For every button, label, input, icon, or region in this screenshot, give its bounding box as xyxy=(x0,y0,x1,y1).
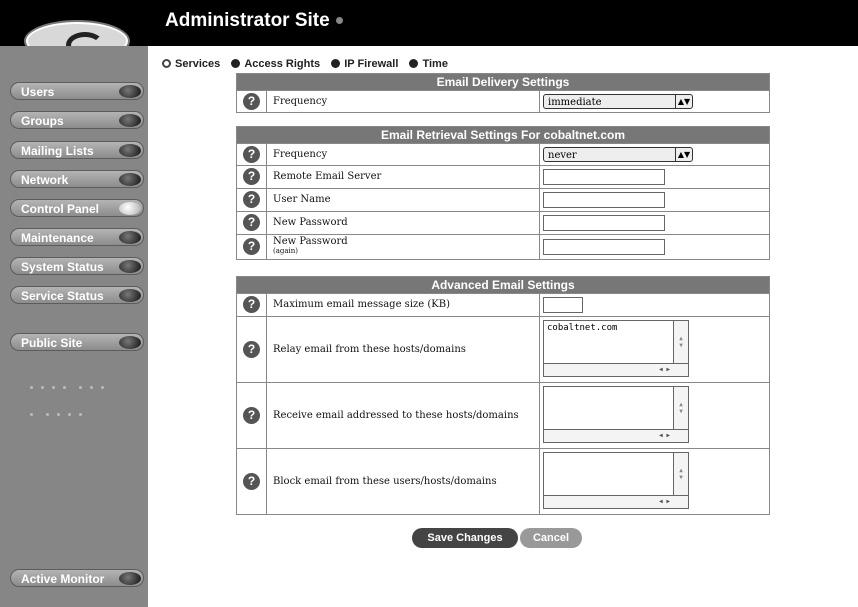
field-label: Relay email from these hosts/domains xyxy=(273,344,466,355)
knob-icon xyxy=(119,572,141,585)
field-label: Maximum email message size (KB) xyxy=(273,299,451,310)
knob-icon xyxy=(119,289,141,302)
retrieval-frequency-row: ? Frequency never ▲▼ xyxy=(237,143,769,165)
help-icon[interactable]: ? xyxy=(243,93,260,110)
block-row: ? Block email from these users/hosts/dom… xyxy=(237,448,769,514)
knob-icon xyxy=(119,144,141,157)
sidebar-item-mailing-lists[interactable]: Mailing Lists xyxy=(10,141,144,159)
save-changes-button[interactable]: Save Changes xyxy=(412,528,518,548)
advanced-email-section: Advanced Email Settings ? Maximum email … xyxy=(236,276,770,515)
receive-textarea[interactable]: ▲ ▼ ◀ ▶ xyxy=(543,386,689,443)
knob-active-icon xyxy=(119,202,141,215)
sidebar-item-service-status[interactable]: Service Status xyxy=(10,286,144,304)
relay-textarea[interactable]: cobaltnet.com ▲ ▼ ◀ ▶ xyxy=(543,320,689,377)
receive-row: ? Receive email addressed to these hosts… xyxy=(237,382,769,448)
user-name-input[interactable] xyxy=(543,192,665,208)
help-icon[interactable]: ? xyxy=(243,146,260,163)
horizontal-scrollbar[interactable]: ◀ ▶ xyxy=(544,363,688,376)
help-icon[interactable]: ? xyxy=(243,214,260,231)
help-icon[interactable]: ? xyxy=(243,341,260,358)
knob-icon xyxy=(119,260,141,273)
field-label: User Name xyxy=(273,194,331,205)
decorative-dots xyxy=(30,386,120,440)
field-label: Receive email addressed to these hosts/d… xyxy=(273,410,519,421)
help-icon[interactable]: ? xyxy=(243,168,260,185)
vertical-scrollbar[interactable]: ▲ ▼ xyxy=(673,453,688,497)
sidebar-item-groups[interactable]: Groups xyxy=(10,111,144,129)
sidebar-item-users[interactable]: Users xyxy=(10,82,144,100)
delivery-frequency-row: ? Frequency immediate ▲▼ xyxy=(237,90,769,112)
help-icon[interactable]: ? xyxy=(243,238,260,255)
section-header: Email Delivery Settings xyxy=(237,74,769,90)
email-retrieval-section: Email Retrieval Settings For cobaltnet.c… xyxy=(236,126,770,260)
sidebar-item-maintenance[interactable]: Maintenance xyxy=(10,228,144,246)
updown-icon: ▲▼ xyxy=(675,95,692,108)
max-size-row: ? Maximum email message size (KB) xyxy=(237,293,769,316)
help-icon[interactable]: ? xyxy=(243,296,260,313)
knob-icon xyxy=(119,85,141,98)
knob-icon xyxy=(119,173,141,186)
updown-icon: ▲▼ xyxy=(675,148,692,161)
tab-time[interactable]: Time xyxy=(409,58,448,70)
remote-server-row: ? Remote Email Server xyxy=(237,165,769,188)
relay-row: ? Relay email from these hosts/domains c… xyxy=(237,316,769,382)
max-size-input[interactable] xyxy=(543,297,583,313)
radio-icon xyxy=(331,59,341,68)
password-again-input[interactable] xyxy=(543,239,665,255)
section-header: Advanced Email Settings xyxy=(237,277,769,293)
tab-ip-firewall[interactable]: IP Firewall xyxy=(331,58,398,70)
field-label: Remote Email Server xyxy=(273,171,382,182)
password-again-row: ? New Password (again) xyxy=(237,234,769,259)
knob-icon xyxy=(119,114,141,127)
title-dot-icon xyxy=(335,17,343,25)
section-header: Email Retrieval Settings For cobaltnet.c… xyxy=(237,127,769,143)
field-label: Block email from these users/hosts/domai… xyxy=(273,476,497,487)
vertical-scrollbar[interactable]: ▲ ▼ xyxy=(673,387,688,431)
field-label: New Password (again) xyxy=(273,236,348,255)
horizontal-scrollbar[interactable]: ◀ ▶ xyxy=(544,495,688,508)
sidebar-item-active-monitor[interactable]: Active Monitor xyxy=(10,569,144,587)
field-label: New Password xyxy=(273,217,348,228)
block-textarea[interactable]: ▲ ▼ ◀ ▶ xyxy=(543,452,689,509)
password-row: ? New Password xyxy=(237,211,769,234)
sidebar-item-system-status[interactable]: System Status xyxy=(10,257,144,275)
page-title: Administrator Site xyxy=(165,10,343,32)
sidebar-item-public-site[interactable]: Public Site xyxy=(10,333,144,351)
horizontal-scrollbar[interactable]: ◀ ▶ xyxy=(544,429,688,442)
user-name-row: ? User Name xyxy=(237,188,769,211)
radio-selected-icon xyxy=(162,59,171,68)
help-icon[interactable]: ? xyxy=(243,407,260,424)
sidebar: Users Groups Mailing Lists Network Contr… xyxy=(0,46,148,607)
password-input[interactable] xyxy=(543,215,665,231)
tab-services[interactable]: Services xyxy=(162,58,220,70)
tab-bar: Services Access Rights IP Firewall Time xyxy=(162,58,456,70)
field-label: Frequency xyxy=(273,96,328,107)
help-icon[interactable]: ? xyxy=(243,191,260,208)
sidebar-item-control-panel[interactable]: Control Panel xyxy=(10,199,144,217)
radio-icon xyxy=(231,59,241,68)
vertical-scrollbar[interactable]: ▲ ▼ xyxy=(673,321,688,365)
sidebar-item-network[interactable]: Network xyxy=(10,170,144,188)
remote-server-input[interactable] xyxy=(543,169,665,185)
delivery-frequency-select[interactable]: immediate ▲▼ xyxy=(543,94,693,109)
help-icon[interactable]: ? xyxy=(243,473,260,490)
top-bar: Administrator Site xyxy=(0,0,858,60)
knob-icon xyxy=(119,231,141,244)
retrieval-frequency-select[interactable]: never ▲▼ xyxy=(543,147,693,162)
tab-access-rights[interactable]: Access Rights xyxy=(231,58,320,70)
email-delivery-section: Email Delivery Settings ? Frequency imme… xyxy=(236,73,770,113)
field-label: Frequency xyxy=(273,149,328,160)
knob-icon xyxy=(119,336,141,349)
radio-icon xyxy=(409,59,419,68)
cancel-button[interactable]: Cancel xyxy=(520,528,582,548)
